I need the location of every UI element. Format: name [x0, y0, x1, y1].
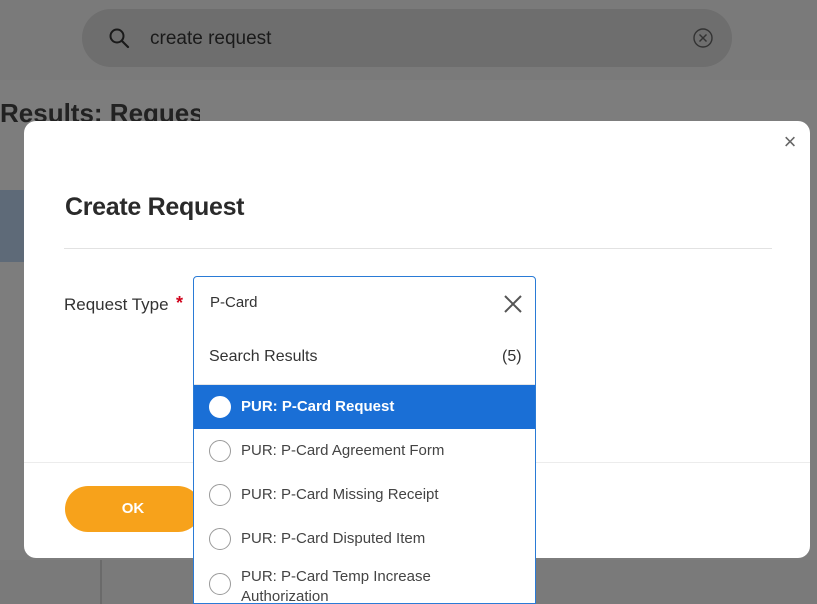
option-label: PUR: P-Card Request — [241, 398, 395, 415]
radio-button[interactable] — [209, 528, 231, 550]
close-icon[interactable]: × — [780, 131, 800, 153]
background-panel — [0, 190, 24, 262]
prompt-input-value[interactable]: P-Card — [210, 294, 258, 311]
background-divider — [100, 560, 102, 604]
option-pcard-missing-receipt[interactable]: PUR: P-Card Missing Receipt — [194, 473, 535, 517]
search-results-count: (5) — [502, 348, 522, 365]
modal-title: Create Request — [65, 193, 245, 221]
radio-button[interactable] — [209, 573, 231, 595]
search-query-text[interactable]: create request — [150, 28, 271, 50]
ok-button[interactable]: OK — [65, 486, 201, 532]
radio-button[interactable] — [209, 440, 231, 462]
clear-circle-icon[interactable] — [692, 27, 714, 49]
option-label: PUR: P-Card Temp Increase Authorization — [241, 568, 431, 604]
option-label: PUR: P-Card Disputed Item — [241, 530, 426, 547]
title-divider — [64, 248, 772, 249]
option-label: PUR: P-Card Agreement Form — [241, 442, 445, 459]
search-results-label: Search Results — [209, 348, 318, 365]
option-pcard-request[interactable]: PUR: P-Card Request — [194, 385, 535, 429]
option-pcard-agreement-form[interactable]: PUR: P-Card Agreement Form — [194, 429, 535, 473]
radio-button[interactable] — [209, 396, 231, 418]
option-label: PUR: P-Card Missing Receipt — [241, 486, 439, 503]
search-results-header: Search Results (5) — [194, 333, 535, 385]
global-search-bar[interactable]: create request — [82, 9, 732, 67]
prompt-input[interactable]: P-Card — [194, 277, 535, 333]
search-icon — [109, 28, 130, 49]
radio-button[interactable] — [209, 484, 231, 506]
close-icon[interactable] — [501, 292, 525, 316]
option-pcard-temp-increase[interactable]: PUR: P-Card Temp Increase Authorization — [194, 561, 535, 604]
option-pcard-disputed-item[interactable]: PUR: P-Card Disputed Item — [194, 517, 535, 561]
request-type-label: Request Type — [64, 295, 169, 314]
request-type-prompt[interactable]: P-Card Search Results (5) PUR: P-Card Re… — [193, 276, 536, 604]
required-marker: * — [176, 293, 184, 313]
